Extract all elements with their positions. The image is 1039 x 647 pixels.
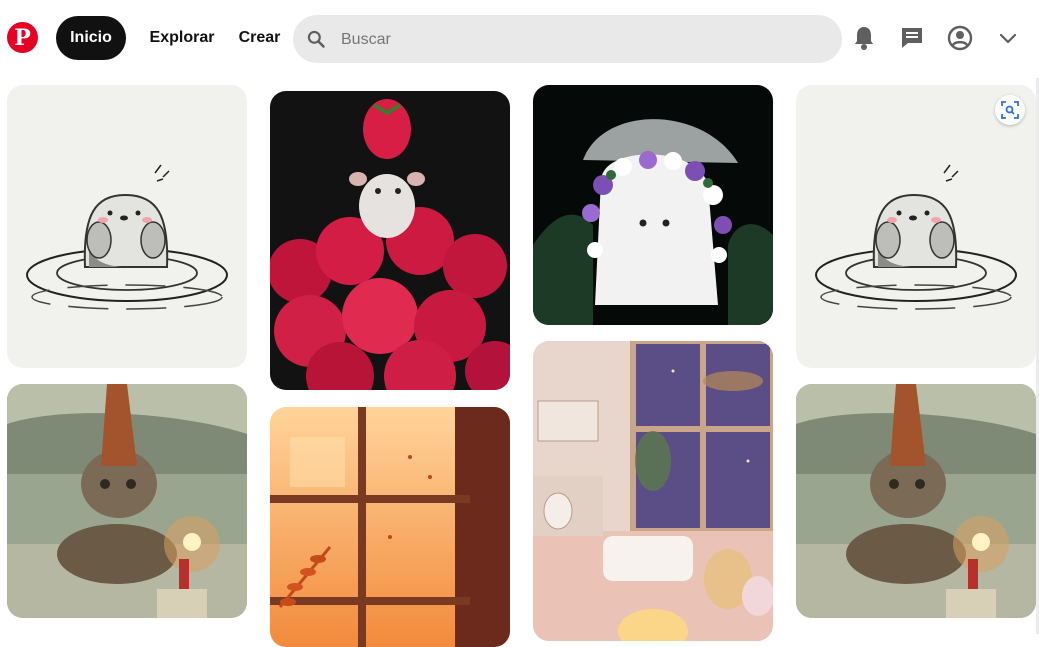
pin-image: [270, 91, 510, 390]
messages-button[interactable]: [898, 24, 926, 52]
pin-image: [7, 384, 247, 618]
pin-image: [533, 341, 773, 641]
pin-image: [270, 407, 510, 647]
profile-icon: [947, 25, 973, 51]
search-icon: [307, 30, 325, 48]
search-bar[interactable]: [293, 15, 842, 65]
nav-home-label: Inicio: [70, 29, 112, 46]
pin-image: [7, 85, 247, 368]
pin-cat-party-hat-duplicate[interactable]: [796, 384, 1036, 618]
pin-autumn-window[interactable]: [270, 407, 510, 647]
bell-icon: [855, 27, 873, 50]
nav-home-tab[interactable]: Inicio: [56, 16, 126, 60]
nav-explore-tab[interactable]: Explorar: [140, 16, 224, 60]
pin-mouse-raspberries[interactable]: [270, 91, 510, 390]
visual-search-button[interactable]: [995, 95, 1025, 125]
logo-letter: P: [14, 25, 31, 51]
notifications-button[interactable]: [850, 24, 878, 52]
pin-image: [796, 85, 1036, 368]
pin-image: [533, 85, 773, 325]
pin-ghost-flowers[interactable]: [533, 85, 773, 325]
pin-otter-sketch[interactable]: [7, 85, 247, 368]
chevron-down-icon: [999, 33, 1017, 44]
pin-cozy-room[interactable]: [533, 341, 773, 641]
pin-otter-sketch-duplicate[interactable]: [796, 85, 1036, 368]
top-navigation-bar: P Inicio Explorar Crear: [0, 0, 1039, 78]
pinterest-logo-icon[interactable]: P: [7, 22, 38, 53]
nav-create-tab[interactable]: Crear: [232, 16, 287, 60]
pin-image: [796, 384, 1036, 618]
search-input[interactable]: [339, 15, 823, 65]
nav-explore-label: Explorar: [149, 29, 215, 46]
lens-icon: [1001, 101, 1019, 119]
nav-create-label: Crear: [238, 29, 281, 46]
account-menu-button[interactable]: [994, 24, 1022, 52]
message-icon: [902, 28, 922, 48]
profile-button[interactable]: [946, 24, 974, 52]
pin-cat-party-hat[interactable]: [7, 384, 247, 618]
